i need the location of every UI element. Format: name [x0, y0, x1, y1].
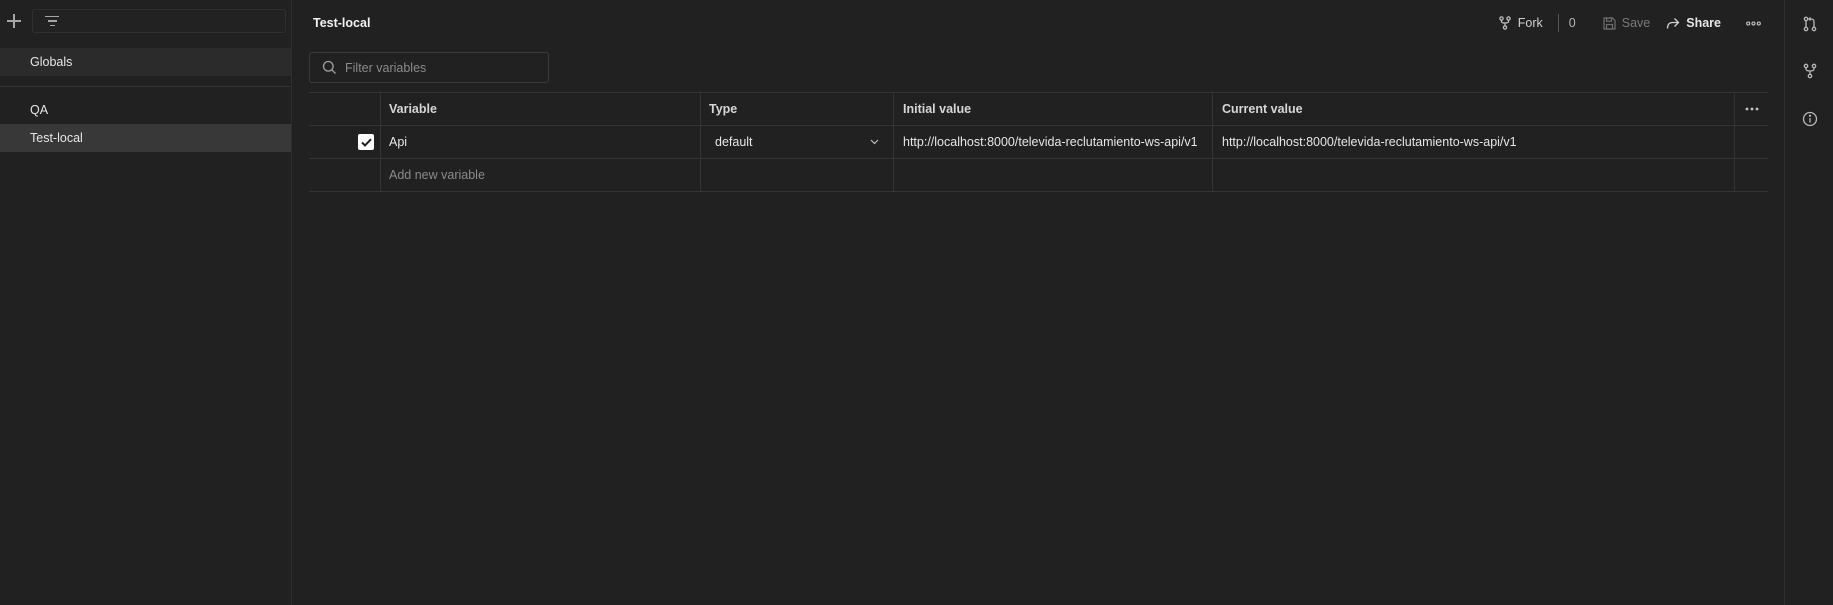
save-disk-icon	[1603, 16, 1616, 30]
row-actions-cell	[1735, 126, 1768, 158]
more-horizontal-icon	[1745, 107, 1758, 111]
filter-variables-box	[309, 52, 549, 83]
page-title: Test-local	[313, 16, 371, 30]
plus-icon[interactable]	[6, 13, 22, 29]
table-more-options-button[interactable]	[1735, 93, 1768, 125]
initial-value-cell[interactable]: http://localhost:8000/televida-reclutami…	[894, 126, 1213, 158]
sidebar-item-qa[interactable]: QA	[0, 96, 291, 124]
type-cell: default	[701, 126, 894, 158]
sidebar-filter-box[interactable]	[32, 9, 286, 33]
add-row-actions-cell	[1735, 159, 1768, 191]
add-row-type-cell	[701, 159, 894, 191]
sidebar: Globals QA Test-local	[0, 0, 292, 605]
save-label: Save	[1621, 16, 1651, 30]
more-options-button[interactable]	[1746, 20, 1761, 26]
column-header-variable: Variable	[381, 93, 701, 125]
header-actions: Fork 0 Save Share	[1498, 0, 1761, 46]
share-label: Share	[1686, 16, 1721, 30]
sidebar-item-globals[interactable]: Globals	[0, 48, 291, 76]
sidebar-divider	[0, 86, 291, 87]
add-row-current-cell	[1213, 159, 1735, 191]
add-new-variable-input[interactable]: Add new variable	[381, 159, 701, 191]
add-row-checkbox-cell	[309, 159, 381, 191]
environment-header: Test-local Fork 0 Save Share	[292, 0, 1784, 46]
column-header-current-value: Current value	[1213, 93, 1735, 125]
fork-icon[interactable]	[1802, 63, 1818, 79]
add-variable-row: Add new variable	[309, 159, 1768, 192]
enable-variable-checkbox[interactable]	[358, 134, 374, 150]
filter-lines-icon	[45, 16, 59, 26]
more-horizontal-icon	[1746, 20, 1761, 26]
header-checkbox-cell	[309, 93, 381, 125]
pull-request-icon[interactable]	[1802, 16, 1818, 32]
table-row: Api default http://localhost:8000/televi…	[309, 126, 1768, 159]
fork-icon	[1499, 16, 1511, 30]
initial-value-text: http://localhost:8000/televida-reclutami…	[903, 135, 1198, 149]
main-panel: Test-local Fork 0 Save Share Filter vari…	[292, 0, 1784, 605]
sidebar-toolbar	[0, 0, 291, 42]
column-header-initial-value: Initial value	[894, 93, 1213, 125]
fork-label: Fork	[1517, 16, 1543, 30]
share-button[interactable]: Share	[1666, 16, 1721, 30]
column-header-type: Type	[701, 93, 894, 125]
search-icon	[322, 60, 336, 74]
add-row-initial-cell	[894, 159, 1213, 191]
share-arrow-icon	[1667, 17, 1680, 29]
chevron-down-icon	[870, 139, 879, 145]
type-select-value: default	[715, 135, 753, 149]
sidebar-item-test-local[interactable]: Test-local	[0, 124, 291, 152]
fork-button[interactable]: Fork 0	[1498, 14, 1576, 32]
info-icon[interactable]	[1802, 111, 1818, 127]
variable-name-cell[interactable]: Api	[381, 126, 701, 158]
right-rail	[1784, 0, 1833, 605]
row-checkbox-cell	[309, 126, 381, 158]
type-select[interactable]: default	[709, 135, 879, 149]
fork-count: 0	[1557, 14, 1576, 32]
save-button[interactable]: Save	[1603, 16, 1651, 30]
current-value-cell[interactable]: http://localhost:8000/televida-reclutami…	[1213, 126, 1735, 158]
table-header-row: Variable Type Initial value Current valu…	[309, 93, 1768, 126]
checkmark-icon	[360, 138, 372, 147]
filter-variables-input[interactable]	[345, 60, 535, 75]
variables-table: Variable Type Initial value Current valu…	[309, 92, 1768, 192]
